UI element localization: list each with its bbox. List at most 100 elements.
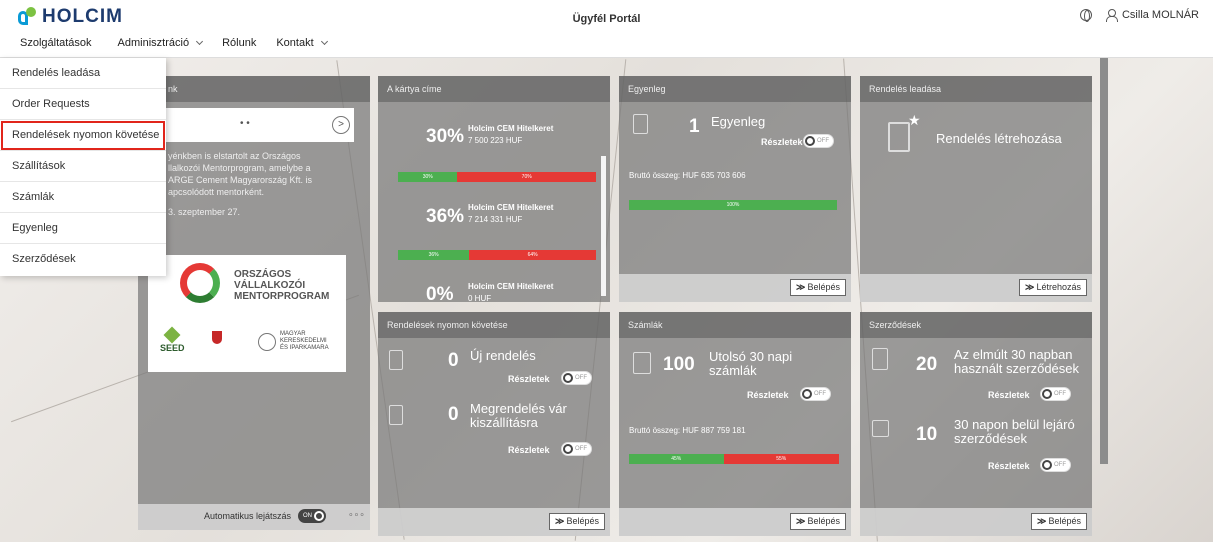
chevron-down-icon [196,37,204,46]
news-line: ARGE Cement Magyarország Kft. is [168,175,313,185]
more-dots-icon[interactable]: ∘∘∘ [348,509,365,520]
top-bar: HOLCIM Ügyfél Portál Csilla MOLNÁR Szolg… [0,0,1213,58]
credit-free-1: 70% [457,172,596,182]
rendeles-label: Rendelés létrehozása [936,131,1062,146]
mentor-swirl-icon [180,263,220,303]
nav-kontakt[interactable]: Kontakt [276,37,328,49]
news-line: llalkozói Mentorprogram, amelybe a [168,163,311,173]
credit-pct-2: 36% [426,206,465,227]
menu-item-szerzodesek[interactable]: Szerződések [0,244,166,275]
menu-item-rendelesek-nyomon-kovetese[interactable]: Rendelések nyomon követése [0,120,166,151]
tile-title: Egyenleg [619,76,851,102]
enter-label: Belépés [807,282,840,292]
carousel-dots-icon[interactable]: • • [240,118,250,129]
egyenleg-tile[interactable]: Egyenleg 1 Egyenleg Részletek OFF Bruttó… [619,76,851,302]
credit-amount-2: 7 214 331 HUF [468,215,523,224]
chamber-text: MAGYAR KERESKEDELMI ÉS IPARKAMARA [280,331,329,352]
credit-pct-1: 30% [426,126,465,147]
contracts-label-1: Az elmúlt 30 napban használt szerződések [954,347,1080,376]
credit-amount-1: 7 500 223 HUF [468,136,523,145]
language-globe-icon[interactable] [1079,9,1092,22]
double-chevron-icon: ≫ [796,516,806,526]
toggle-knob [1042,389,1052,399]
enter-button[interactable]: ≫ Belépés [549,513,605,530]
new-document-icon [888,122,910,152]
double-chevron-icon: ≫ [1025,282,1035,292]
menu-item-egyenleg[interactable]: Egyenleg [0,213,166,244]
contracts-label-2: 30 napon belül lejáró szerződések [954,417,1075,446]
rendeles-leadasa-tile[interactable]: Rendelés leadása ★ Rendelés létrehozása … [860,76,1092,302]
nav-label: Adminisztráció [117,37,190,49]
enter-label: Belépés [1048,516,1081,526]
details-toggle-2[interactable]: OFF [561,442,592,456]
nav-adminisztracio[interactable]: Adminisztráció [117,37,204,49]
news-line: apcsolódott mentorként. [168,187,265,197]
menu-item-szallitasok[interactable]: Szállítások [0,151,166,182]
tracking-tile[interactable]: Rendelések nyomon követése 0 Új rendelés… [378,312,610,536]
menu-item-order-requests[interactable]: Order Requests [0,89,166,120]
tracking-count-1: 0 [448,350,459,371]
nav-rolunk[interactable]: Rólunk [222,37,256,49]
mentor-title: ORSZÁGOS VÁLLALKOZÓI MENTORPROGRAM [234,269,329,302]
toggle-text: OFF [575,446,587,452]
gross-amount: Bruttó összeg: HUF 635 703 606 [629,171,746,180]
szamlak-count: 100 [663,354,695,375]
user-menu[interactable]: Csilla MOLNÁR [1105,9,1199,22]
user-icon [1105,9,1118,22]
seed-mark-icon [163,326,181,344]
toggle-knob [1042,460,1052,470]
autoplay-label: Automatikus lejátszás [204,511,292,521]
credit-limit-tile[interactable]: A kártya címe 30% Holcim CEM Hitelkeret … [378,76,610,302]
toggle-text: OFF [814,391,826,397]
details-toggle-1[interactable]: OFF [561,371,592,385]
details-label: Részletek [508,445,550,455]
toggle-knob [802,389,812,399]
credit-name-1: Holcim CEM Hitelkeret [468,124,554,133]
details-toggle[interactable]: OFF [803,134,834,148]
double-chevron-icon: ≫ [1037,516,1047,526]
enter-label: Belépés [566,516,599,526]
tile-footer: ≫ Létrehozás [860,274,1092,302]
user-name: Csilla MOLNÁR [1121,9,1199,21]
szolgaltatasok-dropdown: Rendelés leadása Order Requests Rendelés… [0,58,166,276]
seed-logo: SEED [160,326,185,353]
tile-scrollbar[interactable] [601,156,606,296]
szerzodesek-tile[interactable]: Szerződések 20 Az elmúlt 30 napban haszn… [860,312,1092,536]
egyenleg-bar: 100% [629,200,837,210]
tile-title: Rendelések nyomon követése [378,312,610,338]
nav-szolgaltatasok[interactable]: Szolgáltatások [20,37,92,49]
next-arrow-icon[interactable]: > [332,116,350,134]
menu-item-rendeles-leadasa[interactable]: Rendelés leadása [0,58,166,89]
szamlak-tile[interactable]: Számlák 100 Utolsó 30 napi számlák Részl… [619,312,851,536]
details-toggle-2[interactable]: OFF [1040,458,1071,472]
coat-of-arms-icon [212,331,222,344]
enter-label: Belépés [807,516,840,526]
tile-title: Szerződések [860,312,1092,338]
news-text: yénkben is elstartolt az Országos llalko… [168,150,346,218]
autoplay-toggle[interactable]: ON [298,509,326,523]
chamber-line: ÉS IPARKAMARA [280,345,329,351]
create-button[interactable]: ≫ Létrehozás [1019,279,1087,296]
tile-title: A kártya címe [378,76,610,102]
portal-title: Ügyfél Portál [572,13,641,25]
chevron-down-icon [320,37,328,46]
gross-amount: Bruttó összeg: HUF 887 759 181 [629,426,746,435]
menu-item-szamlak[interactable]: Számlák [0,182,166,213]
enter-button[interactable]: ≫ Belépés [1031,513,1087,530]
enter-button[interactable]: ≫ Belépés [790,513,846,530]
tracking-count-2: 0 [448,404,459,425]
szamlak-bar: 45% 55% [629,454,839,464]
unpaid-segment: 55% [723,454,839,464]
contract-icon [872,348,888,370]
paid-segment: 45% [629,454,724,464]
details-label: Részletek [761,137,803,147]
credit-bar-2: 36% 64% [398,250,596,260]
details-toggle-1[interactable]: OFF [1040,387,1071,401]
credit-name-3: Holcim CEM Hitelkeret [468,282,554,291]
enter-button[interactable]: ≫ Belépés [790,279,846,296]
news-date: 3. szeptember 27. [168,207,241,217]
details-toggle[interactable]: OFF [800,387,831,401]
page-scrollbar[interactable] [1100,58,1108,464]
toggle-knob [563,373,573,383]
toggle-knob [314,511,324,521]
